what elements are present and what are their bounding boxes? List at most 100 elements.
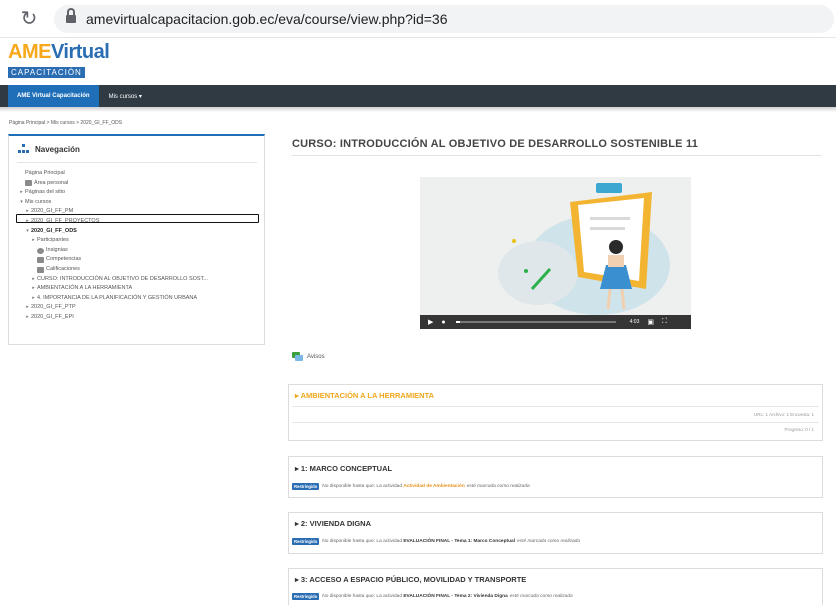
volume-icon[interactable]: ● (441, 319, 445, 326)
restriction-suffix: esté marcada como realizada (466, 484, 530, 489)
nav-tree-item[interactable]: ▸ Participantes (18, 236, 258, 246)
selection-highlight-box (16, 214, 259, 223)
title-divider (292, 155, 822, 156)
nav-tree-label: 2020_GI_FF_ODS (31, 227, 77, 234)
restriction-text: No disponible hasta que: La actividad (322, 594, 403, 599)
nav-tree-item[interactable]: ▸ 2020_GI_FF_EPI (18, 313, 258, 323)
section-vivienda-digna: ▸ 2: VIVIENDA DIGNA Restringido No dispo… (288, 512, 823, 554)
nav-tree-label: Páginas del sitio (25, 189, 66, 196)
nav-tree-item[interactable]: Página Principal (18, 169, 258, 179)
video-thumbnail-illustration (420, 177, 691, 315)
nav-tree-label: Competencias (46, 256, 82, 263)
top-navbar: AME Virtual Capacitación Mis cursos ▾ (0, 85, 836, 107)
logo-virtual: Virtual (50, 41, 110, 63)
course-title: CURSO: INTRODUCCIÓN AL OBJETIVO DE DESAR… (292, 138, 699, 150)
section-marco-conceptual: ▸ 1: MARCO CONCEPTUAL Restringido No dis… (288, 456, 823, 498)
restriction-notice: Restringido No disponible hasta que: La … (292, 483, 530, 490)
caret-right-icon[interactable]: ▸ (30, 275, 37, 285)
navbar-shadow (0, 107, 836, 112)
logo-capacitacion: CAPACITACIÓN (8, 67, 85, 78)
video-time: 4:03 (629, 319, 640, 325)
nav-tree-label: Área personal (34, 179, 69, 186)
restriction-suffix: esté marcada como realizada (509, 594, 573, 599)
nav-tree-item[interactable]: Competencias (18, 255, 258, 265)
sitemap-icon (18, 144, 29, 154)
nav-tree-label: Mis cursos (25, 198, 52, 205)
nav-tree-label: Participantes (37, 237, 69, 244)
video-player[interactable]: ▶ ● 4:03 ▣ ⛶ (420, 177, 691, 329)
address-bar[interactable]: amevirtualcapacitacion.gob.ec/eva/course… (54, 4, 834, 33)
nav-tree-item[interactable]: ▸ 2020_GI_FF_PTP (18, 303, 258, 313)
nav-tree-label: Insignias (46, 246, 68, 253)
caret-right-icon[interactable]: ▸ (30, 284, 37, 294)
caret-right-icon[interactable]: ▸ (24, 303, 31, 313)
browser-toolbar: ↻ amevirtualcapacitacion.gob.ec/eva/cour… (0, 0, 836, 38)
nav-tree-item[interactable]: ▸ AMBIENTACIÓN A LA HERRAMIENTA (18, 284, 258, 294)
fullscreen-icon[interactable]: ⛶ (662, 318, 667, 326)
section-espacio-publico: ▸ 3: ACCESO A ESPACIO PÚBLICO, MOVILIDAD… (288, 568, 823, 605)
caret-right-icon[interactable]: ▸ (24, 313, 31, 323)
restriction-notice: Restringido No disponible hasta que: La … (292, 593, 573, 600)
video-progress-bar[interactable] (455, 321, 616, 323)
navigation-divider (17, 162, 257, 163)
dashboard-icon (25, 180, 32, 187)
nav-tree-label: Página Principal (25, 170, 65, 176)
section-divider (292, 422, 819, 423)
play-icon[interactable]: ▶ (428, 318, 433, 326)
nav-tree-item[interactable]: ▾ Mis cursos (18, 198, 258, 208)
section-divider (292, 406, 819, 407)
nav-tree-item[interactable]: ▸ 4. IMPORTANCIA DE LA PLANIFICACIÓN Y GE… (18, 294, 258, 304)
restriction-text: No disponible hasta que: La actividad (322, 484, 403, 489)
nav-tree-label: CURSO: INTRODUCCIÓN AL OBJETIVO DE DESAR… (37, 275, 208, 282)
caret-down-icon[interactable]: ▾ (24, 227, 31, 237)
restricted-badge: Restringido (292, 538, 320, 545)
caret-right-icon[interactable]: ▸ (30, 294, 37, 304)
url-text: amevirtualcapacitacion.gob.ec/eva/course… (86, 10, 448, 27)
nav-tree-item[interactable]: Insignias (18, 246, 258, 256)
pip-icon[interactable]: ▣ (647, 318, 654, 326)
nav-tree-item[interactable]: Área personal (18, 179, 258, 189)
navigation-tree: Página Principal Área personal ▸ Páginas de… (18, 169, 258, 323)
section-title[interactable]: ▸ 2: VIVIENDA DIGNA (295, 519, 371, 528)
section-activity-summary: URL: 1 Archivo: 1 Encuesta: 1 (753, 412, 814, 417)
nav-tree-label: AMBIENTACIÓN A LA HERRAMIENTA (37, 285, 133, 292)
section-progress: Progreso: 0 / 1 (784, 427, 814, 432)
nav-tree-label: 2020_GI_FF_PTP (31, 304, 76, 311)
section-title[interactable]: ▸ 3: ACCESO A ESPACIO PÚBLICO, MOVILIDAD… (295, 575, 526, 584)
restriction-text: No disponible hasta que: La actividad (322, 539, 403, 544)
video-controls: ▶ ● 4:03 ▣ ⛶ (420, 315, 691, 329)
nav-tree-label: Calificaciones (46, 265, 80, 272)
video-progress-fill (455, 321, 461, 323)
avisos-link[interactable]: Avisos (292, 352, 325, 361)
restricted-badge: Restringido (292, 483, 320, 490)
section-ambientacion: ▸ AMBIENTACIÓN A LA HERRAMIENTA URL: 1 A… (288, 384, 823, 441)
nav-tree-item[interactable]: Calificaciones (18, 265, 258, 275)
restricted-badge: Restringido (292, 593, 320, 600)
restriction-activity-link[interactable]: EVALUACIÓN FINAL - Tema 2: Vivienda Dign… (403, 594, 507, 599)
grades-icon (37, 266, 44, 273)
restriction-notice: Restringido No disponible hasta que: La … (292, 538, 580, 545)
caret-right-icon[interactable]: ▸ (30, 236, 37, 246)
nav-tree-label: 4. IMPORTANCIA DE LA PLANIFICACIÓN Y GES… (37, 294, 198, 301)
nav-tree-item[interactable]: ▸ Páginas del sitio (18, 188, 258, 198)
restriction-activity-link[interactable]: EVALUACIÓN FINAL - Tema 1: Marco Concept… (403, 539, 515, 544)
caret-down-icon[interactable]: ▾ (18, 198, 25, 208)
restriction-suffix: esté marcada como realizada (517, 539, 580, 544)
nav-tree-item[interactable]: ▾ 2020_GI_FF_ODS (18, 227, 258, 237)
navigation-block: Navegación Página Principal Área personal… (8, 134, 265, 345)
lock-icon (66, 7, 76, 25)
avisos-label: Avisos (307, 353, 325, 360)
reload-icon[interactable]: ↻ (18, 8, 40, 30)
breadcrumb[interactable]: Página Principal > Mis cursos > 2020_GI_… (9, 120, 122, 126)
navbar-brand[interactable]: AME Virtual Capacitación (8, 85, 99, 107)
section-title[interactable]: ▸ AMBIENTACIÓN A LA HERRAMIENTA (295, 391, 434, 400)
logo-ame: AME (8, 41, 51, 63)
my-courses-menu[interactable]: Mis cursos ▾ (99, 85, 152, 107)
navigation-title: Navegación (35, 144, 80, 154)
caret-right-icon[interactable]: ▸ (18, 188, 25, 198)
restriction-activity-link[interactable]: Actividad de Ambientación (403, 484, 464, 489)
nav-tree-item[interactable]: ▸ CURSO: INTRODUCCIÓN AL OBJETIVO DE DESA… (18, 275, 258, 285)
site-logo[interactable]: AMEVirtual CAPACITACIÓN (8, 41, 110, 78)
section-title[interactable]: ▸ 1: MARCO CONCEPTUAL (295, 464, 392, 473)
badge-icon (37, 247, 44, 254)
